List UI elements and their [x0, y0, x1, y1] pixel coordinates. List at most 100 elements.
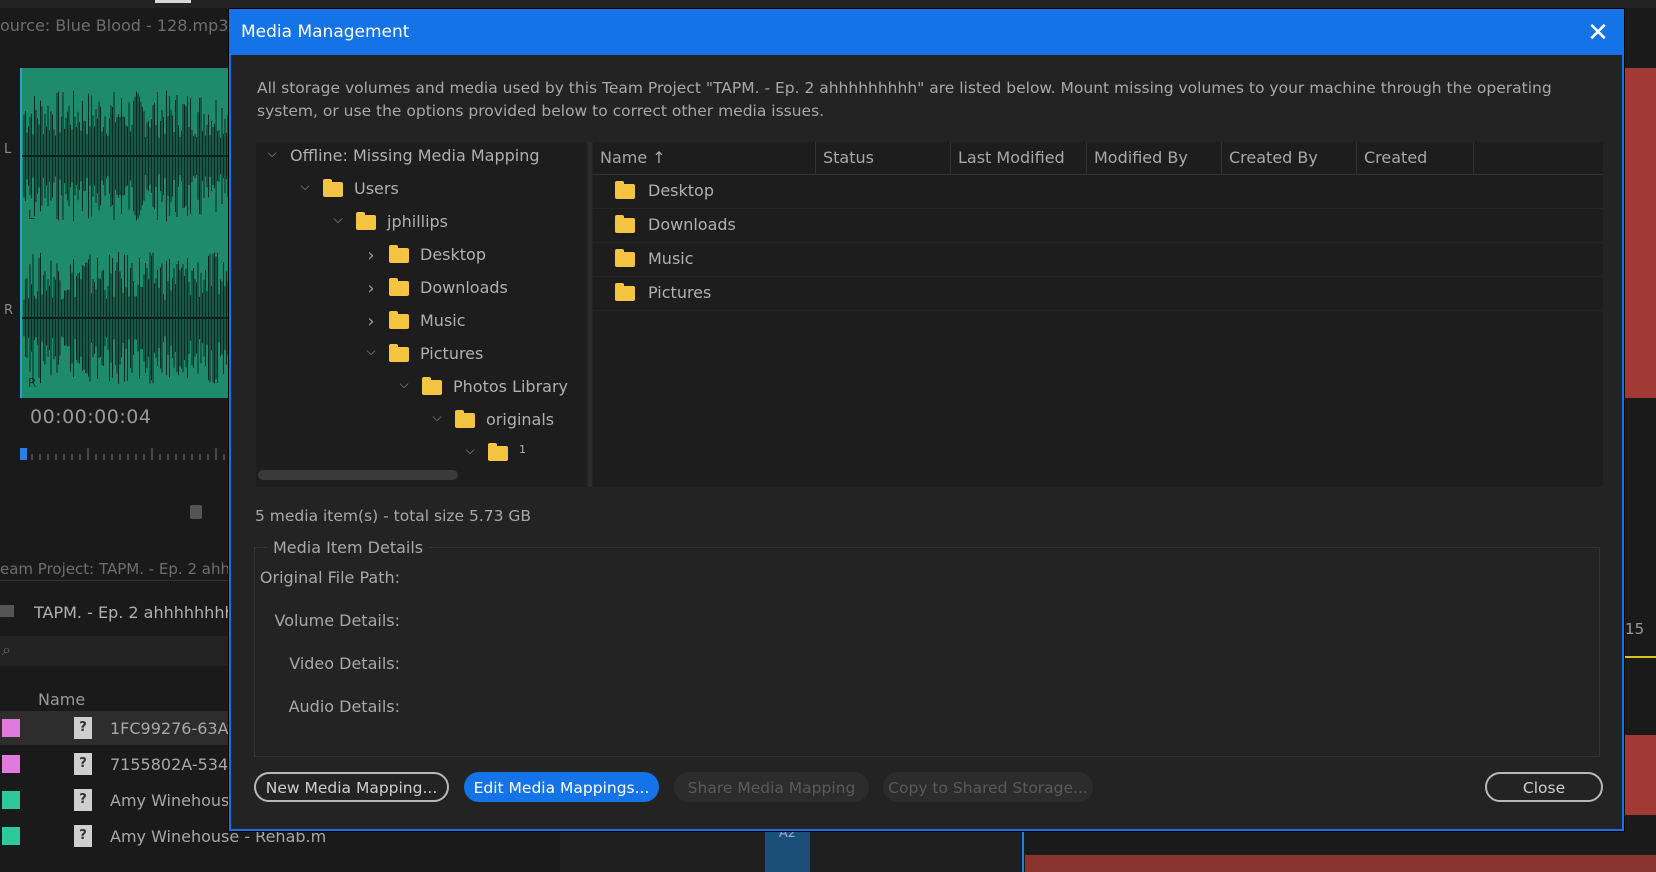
- tree-node[interactable]: ⌵ jphillips: [256, 208, 586, 240]
- column-header-modified-by[interactable]: Modified By: [1094, 148, 1188, 167]
- project-list-item[interactable]: ? Amy Winehouse: [0, 783, 239, 817]
- tree-node[interactable]: ⌵ Users: [256, 175, 586, 207]
- label-color-swatch[interactable]: [2, 755, 20, 773]
- app-top-bar: [0, 0, 1656, 8]
- tree-node[interactable]: › Downloads: [256, 274, 586, 306]
- folder-icon: [356, 212, 376, 230]
- time-ruler[interactable]: [20, 448, 230, 466]
- dialog-title: Media Management: [241, 22, 410, 42]
- media-file-table[interactable]: Name ↑ Status Last Modified Modified By Crea…: [593, 142, 1603, 487]
- column-divider[interactable]: [1221, 142, 1222, 174]
- column-header-created-by[interactable]: Created By: [1229, 148, 1318, 167]
- column-divider[interactable]: [1356, 142, 1357, 174]
- tree-node-label: originals: [486, 410, 555, 429]
- folder-icon: [615, 283, 635, 301]
- project-list-item[interactable]: ? 1FC99276-63AD: [0, 711, 241, 745]
- source-monitor-tab[interactable]: ource: Blue Blood - 128.mp3: [0, 16, 228, 35]
- row-name: Downloads: [648, 215, 736, 234]
- tree-node[interactable]: › Music: [256, 307, 586, 339]
- close-button[interactable]: Close: [1485, 772, 1603, 802]
- clip-thumbnail-strip: [1620, 68, 1656, 398]
- audio-waveform-panel[interactable]: L R: [20, 68, 232, 398]
- tree-node-label: Users: [354, 179, 399, 198]
- chevron-down-icon[interactable]: ⌵: [431, 410, 443, 425]
- project-item-name: 7155802A-5346-: [110, 755, 245, 774]
- offline-file-icon: ?: [74, 789, 92, 811]
- tree-node-label: Pictures: [420, 344, 484, 363]
- project-list-item[interactable]: ? Amy Winehouse - Rehab.m: [0, 819, 326, 853]
- tree-node-label: Music: [420, 311, 466, 330]
- marker-icon[interactable]: [190, 505, 202, 519]
- tree-node-label: Desktop: [420, 245, 486, 264]
- tree-node[interactable]: ⌵ originals: [256, 406, 586, 438]
- chevron-down-icon[interactable]: ⌵: [398, 377, 410, 392]
- detail-audio-details: Audio Details:: [288, 697, 400, 716]
- tree-node[interactable]: ⌵ Offline: Missing Media Mapping: [256, 142, 586, 174]
- column-divider[interactable]: [1473, 142, 1474, 174]
- chevron-right-icon[interactable]: ›: [365, 245, 377, 266]
- channel-label-right: R: [4, 303, 14, 318]
- table-row[interactable]: Pictures: [593, 277, 1603, 311]
- column-header-name[interactable]: Name ↑: [600, 148, 666, 167]
- folder-icon: [389, 311, 409, 329]
- playhead-timecode[interactable]: 00:00:00:04: [30, 406, 151, 428]
- project-list-header-name[interactable]: Name: [38, 690, 85, 709]
- details-title: Media Item Details: [267, 538, 430, 557]
- label-color-swatch[interactable]: [2, 791, 20, 809]
- copy-to-shared-storage-button[interactable]: Copy to Shared Storage...: [883, 772, 1093, 802]
- chevron-right-icon[interactable]: ›: [365, 278, 377, 299]
- offline-file-icon: ?: [74, 717, 92, 739]
- pane-splitter[interactable]: [588, 142, 592, 487]
- chevron-down-icon[interactable]: ⌵: [266, 146, 278, 161]
- table-row[interactable]: Desktop: [593, 175, 1603, 209]
- tree-node[interactable]: ⌵ Photos Library: [256, 373, 586, 405]
- column-header-status[interactable]: Status: [823, 148, 874, 167]
- project-list-item[interactable]: ? 7155802A-5346-: [0, 747, 244, 781]
- timeline-clip-strip: [1620, 735, 1656, 815]
- label-color-swatch[interactable]: [2, 719, 20, 737]
- close-icon[interactable]: ✕: [1584, 19, 1612, 47]
- chevron-right-icon[interactable]: ›: [365, 311, 377, 332]
- table-row[interactable]: Music: [593, 243, 1603, 277]
- label-color-swatch[interactable]: [2, 827, 20, 845]
- project-search-field[interactable]: [0, 636, 235, 666]
- folder-icon: [422, 377, 442, 395]
- column-divider[interactable]: [950, 142, 951, 174]
- tree-node[interactable]: ⌵ 1: [256, 439, 586, 471]
- tree-horizontal-scrollbar[interactable]: [258, 470, 458, 480]
- column-divider[interactable]: [815, 142, 816, 174]
- folder-icon: [455, 410, 475, 428]
- offline-file-icon: ?: [74, 825, 92, 847]
- folder-icon: [615, 249, 635, 267]
- folder-icon: [389, 278, 409, 296]
- tree-node[interactable]: › Desktop: [256, 241, 586, 273]
- dialog-titlebar[interactable]: Media Management ✕: [231, 11, 1622, 55]
- project-name: TAPM. - Ep. 2 ahhhhhhhhh: [34, 603, 245, 622]
- column-divider[interactable]: [1086, 142, 1087, 174]
- table-row[interactable]: Downloads: [593, 209, 1603, 243]
- timeline-audio-clip[interactable]: [1025, 855, 1656, 872]
- row-name: Desktop: [648, 181, 714, 200]
- media-volume-tree[interactable]: ⌵ 1 ⌵ originals ⌵ Photos Library ⌵ Pictures › Mus…: [256, 142, 586, 487]
- tree-node-label: Offline: Missing Media Mapping: [290, 146, 540, 165]
- new-media-mapping-button[interactable]: New Media Mapping...: [254, 772, 449, 802]
- tree-node[interactable]: ⌵ Pictures: [256, 340, 586, 372]
- playhead-marker[interactable]: [20, 448, 27, 460]
- detail-video-details: Video Details:: [289, 654, 400, 673]
- tree-node-label: Photos Library: [453, 377, 569, 396]
- chevron-down-icon[interactable]: ⌵: [332, 212, 344, 227]
- column-header-created[interactable]: Created: [1364, 148, 1427, 167]
- folder-icon: [323, 179, 343, 197]
- project-item-name: 1FC99276-63AD: [110, 719, 241, 738]
- chevron-down-icon[interactable]: ⌵: [365, 344, 377, 359]
- chevron-down-icon[interactable]: ⌵: [299, 179, 311, 194]
- active-tab-indicator: [155, 0, 191, 3]
- project-panel-tab[interactable]: eam Project: TAPM. - Ep. 2 ahhh: [0, 560, 239, 578]
- edit-media-mappings-button[interactable]: Edit Media Mappings...: [464, 772, 659, 802]
- timeline-work-area-bar: [1624, 656, 1656, 658]
- panel-divider: [0, 580, 235, 581]
- chevron-down-icon[interactable]: ⌵: [464, 443, 476, 458]
- share-media-mapping-button[interactable]: Share Media Mapping: [674, 772, 869, 802]
- waveform-left-channel: [22, 90, 232, 222]
- column-header-last-modified[interactable]: Last Modified: [958, 148, 1065, 167]
